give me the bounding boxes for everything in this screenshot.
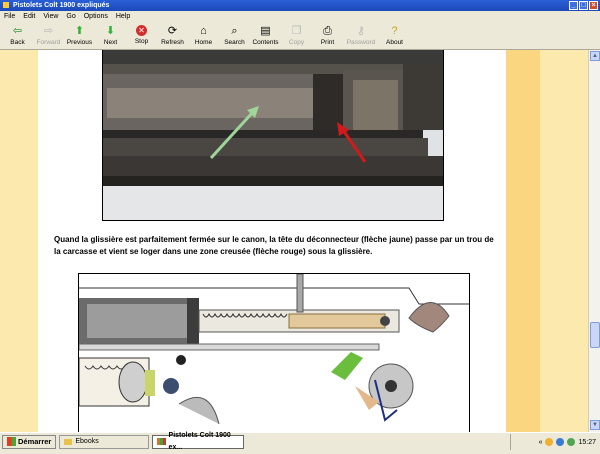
copy-icon: ❐ xyxy=(291,25,302,37)
stop-button[interactable]: ✕ Stop xyxy=(126,22,157,50)
mechanism-illustration xyxy=(79,274,469,432)
taskbar-item-label: Ebooks xyxy=(75,437,99,445)
menu-bar: File Edit View Go Options Help xyxy=(0,11,600,22)
tray-app-icon[interactable] xyxy=(545,438,554,446)
pistol-slide-photo xyxy=(102,50,444,221)
window-title: Pistolets Colt 1900 expliqués xyxy=(12,2,110,9)
back-label: Back xyxy=(10,39,25,46)
taskbar-item-pistolets[interactable]: Pistolets Colt 1900 ex... xyxy=(152,432,245,451)
menu-options[interactable]: Options xyxy=(80,11,112,22)
close-button[interactable]: × xyxy=(589,1,598,10)
photo-caption: Quand la glissière est parfaitement ferm… xyxy=(54,235,494,256)
previous-button[interactable]: ⬆ Previous xyxy=(64,22,95,50)
left-margin xyxy=(0,50,38,432)
stop-label: Stop xyxy=(134,38,149,45)
home-icon: ⌂ xyxy=(200,25,207,37)
home-button[interactable]: ⌂ Home xyxy=(188,22,219,50)
key-icon: ⚷ xyxy=(356,25,366,37)
ebook-app-icon xyxy=(157,438,166,445)
contents-icon: ▤ xyxy=(260,25,271,37)
scroll-up-icon[interactable]: ▲ xyxy=(590,51,600,61)
previous-label: Previous xyxy=(66,39,93,46)
password-button[interactable]: ⚷ Password xyxy=(343,22,379,50)
taskbar: Démarrer Ebooks Pistolets Colt 1900 ex..… xyxy=(0,432,600,451)
folder-icon xyxy=(64,438,73,445)
photo-illustration xyxy=(103,50,443,220)
scroll-thumb[interactable] xyxy=(590,322,600,348)
document-view[interactable]: Quand la glissière est parfaitement ferm… xyxy=(0,50,588,432)
tray-expand-icon[interactable]: « xyxy=(539,439,543,446)
about-icon: ? xyxy=(391,25,398,37)
contents-button[interactable]: ▤ Contents xyxy=(250,22,281,50)
refresh-label: Refresh xyxy=(161,39,184,46)
page-body: Quand la glissière est parfaitement ferm… xyxy=(38,50,506,432)
vertical-scrollbar[interactable]: ▲ ▼ xyxy=(588,50,600,432)
print-icon: ⎙ xyxy=(323,25,332,37)
title-bar[interactable]: Pistolets Colt 1900 expliqués _ □ × xyxy=(0,0,600,11)
stop-icon: ✕ xyxy=(136,25,147,36)
window-controls: _ □ × xyxy=(569,1,598,10)
maximize-button[interactable]: □ xyxy=(579,1,588,10)
home-label: Home xyxy=(194,39,213,46)
right-margin xyxy=(540,50,588,432)
tray-network-icon[interactable] xyxy=(556,438,565,446)
search-label: Search xyxy=(224,39,245,46)
print-label: Print xyxy=(320,39,335,46)
refresh-button[interactable]: ⟳ Refresh xyxy=(157,22,188,50)
refresh-icon: ⟳ xyxy=(167,25,178,37)
menu-view[interactable]: View xyxy=(39,11,62,22)
windows-logo-icon xyxy=(7,437,16,446)
forward-label: Forward xyxy=(36,39,61,46)
copy-button[interactable]: ❐ Copy xyxy=(281,22,312,50)
start-button[interactable]: Démarrer xyxy=(2,434,57,449)
menu-go[interactable]: Go xyxy=(62,11,79,22)
password-label: Password xyxy=(346,39,376,46)
next-label: Next xyxy=(103,39,118,46)
up-arrow-icon: ⬆ xyxy=(74,25,85,37)
back-arrow-icon: ⇦ xyxy=(12,25,23,37)
menu-file[interactable]: File xyxy=(0,11,19,22)
back-button[interactable]: ⇦ Back xyxy=(2,22,33,50)
next-button[interactable]: ⬇ Next xyxy=(95,22,126,50)
app-icon xyxy=(3,2,9,9)
forward-arrow-icon: ⇨ xyxy=(43,25,54,37)
clock[interactable]: 15:27 xyxy=(578,439,596,446)
contents-label: Contents xyxy=(252,39,279,46)
menu-edit[interactable]: Edit xyxy=(19,11,39,22)
search-button[interactable]: ⌕ Search xyxy=(219,22,250,50)
app-window: Pistolets Colt 1900 expliqués _ □ × File… xyxy=(0,0,600,451)
start-label: Démarrer xyxy=(18,436,52,446)
menu-help[interactable]: Help xyxy=(112,11,134,22)
scroll-down-icon[interactable]: ▼ xyxy=(590,420,600,430)
mechanism-diagram xyxy=(78,273,470,432)
about-label: About xyxy=(386,39,403,46)
print-button[interactable]: ⎙ Print xyxy=(312,22,343,50)
forward-button[interactable]: ⇨ Forward xyxy=(33,22,64,50)
down-arrow-icon: ⬇ xyxy=(105,25,116,37)
about-button[interactable]: ? About xyxy=(379,22,410,50)
copy-label: Copy xyxy=(288,39,305,46)
search-icon: ⌕ xyxy=(231,25,238,37)
taskbar-item-ebooks[interactable]: Ebooks xyxy=(59,434,150,449)
minimize-button[interactable]: _ xyxy=(569,1,578,10)
decor-strip xyxy=(506,50,540,432)
tray-security-icon[interactable] xyxy=(567,438,576,446)
system-tray: « 15:27 xyxy=(510,434,600,450)
toolbar: ⇦ Back ⇨ Forward ⬆ Previous ⬇ Next ✕ Stop ⟳ Re… xyxy=(0,22,600,50)
